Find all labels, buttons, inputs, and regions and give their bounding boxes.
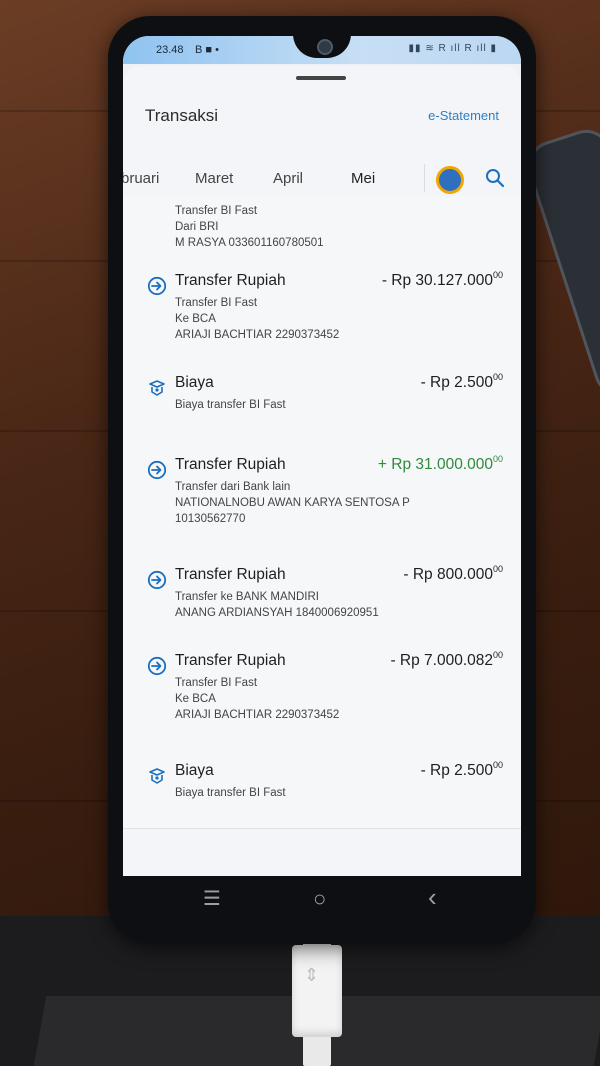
transaction-detail: Ke BCA [175,313,216,325]
transaction-amount: - Rp 800.00000 [403,564,503,584]
search-icon[interactable] [483,166,507,190]
transaction-title: Transfer Rupiah [175,652,286,669]
transaction-detail: Biaya transfer BI Fast [175,399,286,411]
transaction-amount: - Rp 7.000.08200 [390,650,503,670]
status-bar: 23.48 B ■ • ▮▮ ≋ R ıll R ıll ▮ [123,36,521,64]
app-logo-icon[interactable] [436,166,464,194]
transaction-row[interactable]: Transfer Rupiah - Rp 800.00000 Transfer ke… [123,552,521,639]
amount-cents: 00 [492,650,503,660]
transaction-detail: Dari BRI [175,221,219,233]
back-button[interactable]: ‹ [428,882,437,913]
transaction-detail: M RASYA 033601160780501 [175,237,324,249]
transaction-detail: ARIAJI BACHTIAR 2290373452 [175,709,340,721]
transaction-detail: Transfer dari Bank lain [175,481,291,493]
status-icons-right: ▮▮ ≋ R ıll R ıll ▮ [408,43,497,54]
page-title: Transaksi [145,106,219,125]
tab-mei[interactable]: Mei [351,170,375,187]
amount-cents: 00 [492,454,503,464]
transaction-row[interactable]: Transfer Rupiah - Rp 7.000.08200 Transfer … [123,638,521,749]
notch [293,36,351,58]
status-time: 23.48 [156,44,184,56]
estatement-link[interactable]: e-Statement [428,108,499,123]
tab-maret[interactable]: Maret [195,170,233,187]
transaction-title: Biaya [175,762,214,779]
transaction-detail: 10130562770 [175,513,246,525]
amount-value: + Rp 31.000.000 [377,456,493,473]
amount-value: - Rp 7.000.082 [390,652,493,669]
transaction-detail: Transfer ke BANK MANDIRI [175,591,319,603]
transaction-row[interactable]: Transfer Rupiah + Rp 31.000.00000 Transfer… [123,442,521,553]
home-button[interactable]: ○ [313,886,326,912]
amount-value: - Rp 30.127.000 [381,272,493,289]
transaction-detail: NATIONALNOBU AWAN KARYA SENTOSA P [175,497,410,509]
tab-februari[interactable]: bruari [123,170,159,187]
amount-cents: 00 [492,270,503,280]
recent-apps-button[interactable]: ☰ [203,886,221,911]
fee-icon [149,380,165,396]
transaction-detail: ANANG ARDIANSYAH 1840006920951 [175,607,379,619]
amount-value: - Rp 800.000 [403,566,493,583]
fee-icon [149,768,165,784]
transaction-row[interactable]: Biaya - Rp 2.50000 Biaya transfer BI Fast [123,748,521,829]
transfer-icon [147,656,167,676]
amount-value: - Rp 2.500 [420,762,493,779]
transaction-row[interactable]: Transfer BI Fast Dari BRI M RASYA 03360116… [123,196,521,259]
transaction-title: Transfer Rupiah [175,272,286,289]
transaction-detail: Biaya transfer BI Fast [175,787,286,799]
tab-april[interactable]: April [273,170,303,187]
transaction-title: Transfer Rupiah [175,456,286,473]
transaction-detail: ARIAJI BACHTIAR 2290373452 [175,329,340,341]
transactions-sheet: Transaksi e-Statement bruari Maret April… [123,66,521,876]
transaction-detail: Transfer BI Fast [175,205,258,217]
transaction-detail: Transfer BI Fast [175,297,258,309]
month-tabs: bruari Maret April Mei [123,154,521,202]
transaction-amount: + Rp 31.000.00000 [377,454,503,474]
status-icons-left: B ■ • [195,44,219,56]
transaction-title: Transfer Rupiah [175,566,286,583]
sheet-handle[interactable] [296,76,346,80]
amount-cents: 00 [492,564,503,574]
usb-plug: ⇕ [292,945,342,1037]
transfer-icon [147,460,167,480]
usb-icon: ⇕ [304,965,320,985]
amount-value: - Rp 2.500 [420,374,493,391]
transaction-detail: Ke BCA [175,693,216,705]
transaction-amount: - Rp 2.50000 [420,372,503,392]
system-nav-bar: ☰ ○ ‹ [123,876,521,922]
amount-cents: 00 [492,760,503,770]
amount-cents: 00 [492,372,503,382]
divider [424,164,425,192]
transfer-icon [147,570,167,590]
transaction-amount: - Rp 2.50000 [420,760,503,780]
transaction-row[interactable]: Biaya - Rp 2.50000 Biaya transfer BI Fast [123,360,521,443]
phone: 23.48 B ■ • ▮▮ ≋ R ıll R ıll ▮ Transaksi… [108,16,536,944]
transaction-detail: Transfer BI Fast [175,677,258,689]
transfer-icon [147,276,167,296]
camera-icon [317,39,333,55]
transaction-title: Biaya [175,374,214,391]
transaction-row[interactable]: Transfer Rupiah - Rp 30.127.00000 Transfer… [123,258,521,361]
screen: 23.48 B ■ • ▮▮ ≋ R ıll R ıll ▮ Transaksi… [123,36,521,876]
transaction-amount: - Rp 30.127.00000 [381,270,503,290]
